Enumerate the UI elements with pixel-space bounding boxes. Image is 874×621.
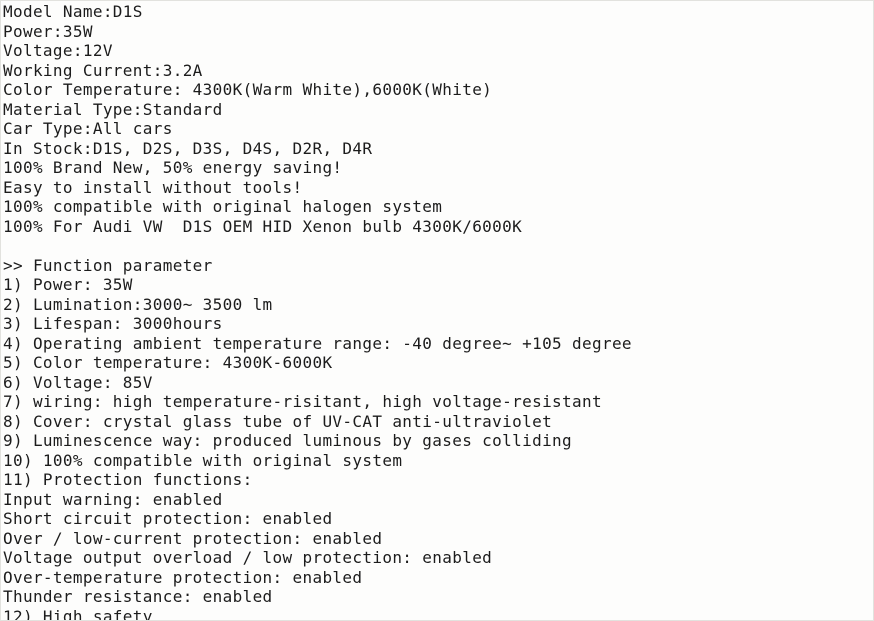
function-parameter-line: Voltage output overload / low protection… [3, 548, 493, 567]
spec-line: Model Name:D1S [3, 2, 143, 21]
function-parameter-line: 4) Operating ambient temperature range: … [3, 333, 632, 353]
function-parameter-line: 8) Cover: crystal glass tube of UV-CAT a… [3, 411, 553, 431]
function-parameter-line: Over / low-current protection: enabled [3, 528, 383, 548]
document-page: Model Name:D1S Power:35W Voltage:12V Wor… [0, 0, 874, 621]
specification-block: Model Name:D1S Power:35W Voltage:12V Wor… [3, 2, 873, 236]
text-body: Model Name:D1S Power:35W Voltage:12V Wor… [3, 2, 873, 620]
spec-line: Car Type:All cars [3, 119, 173, 138]
spec-line: Power:35W [3, 21, 93, 41]
blank-separator-line [3, 236, 873, 256]
function-parameter-line: 10) 100% compatible with original system [3, 450, 403, 470]
function-parameter-line: 11) Protection functions: [3, 470, 253, 489]
function-parameter-line: 3) Lifespan: 3000hours [3, 314, 223, 333]
spec-line: 100% compatible with original halogen sy… [3, 197, 443, 216]
function-parameter-line: 5) Color temperature: 4300K-6000K [3, 353, 333, 372]
spec-line: Easy to install without tools! [3, 177, 303, 197]
function-parameter-line: Over-temperature protection: enabled [3, 567, 363, 587]
function-parameter-line: 1) Power: 35W [3, 275, 133, 294]
function-parameter-line: 6) Voltage: 85V [3, 372, 153, 392]
spec-line: Working Current:3.2A [3, 60, 203, 80]
function-parameter-line: 9) Luminescence way: produced luminous b… [3, 431, 573, 450]
function-parameter-line: 2) Lumination:3000~ 3500 lm [3, 294, 273, 314]
spec-line: Voltage:12V [3, 41, 113, 60]
spec-line: Material Type:Standard [3, 99, 223, 119]
function-parameter-block: >> Function parameter 1) Power: 35W 2) L… [3, 256, 873, 621]
function-parameter-line: 12) High safety [3, 606, 153, 621]
spec-line: 100% Brand New, 50% energy saving! [3, 158, 343, 177]
function-parameter-line: 7) wiring: high temperature-risitant, hi… [3, 392, 602, 411]
function-parameter-heading: >> Function parameter [3, 255, 213, 275]
spec-line: 100% For Audi VW D1S OEM HID Xenon bulb … [3, 216, 523, 236]
function-parameter-line: Input warning: enabled [3, 489, 223, 509]
spec-line: Color Temperature: 4300K(Warm White),600… [3, 80, 493, 99]
spec-line: In Stock:D1S, D2S, D3S, D4S, D2R, D4R [3, 138, 373, 158]
function-parameter-line: Short circuit protection: enabled [3, 509, 333, 528]
function-parameter-line: Thunder resistance: enabled [3, 587, 273, 606]
